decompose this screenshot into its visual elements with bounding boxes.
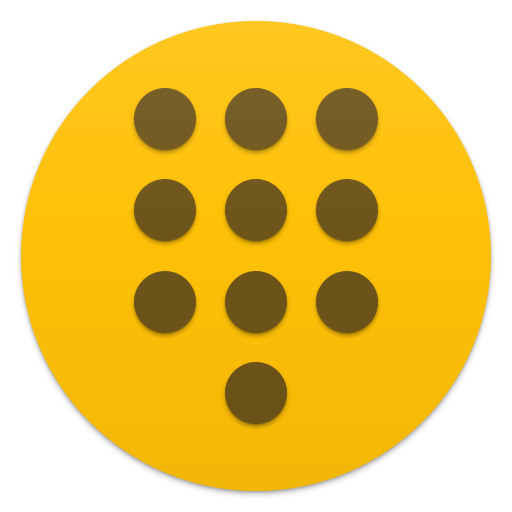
dialpad-key-5-icon (225, 179, 287, 241)
dialpad-key-1-icon (134, 88, 196, 150)
dialpad-key-8-icon (225, 271, 287, 333)
dialpad-key-4-icon (134, 179, 196, 241)
dialpad-key-6-icon (316, 179, 378, 241)
canvas (0, 0, 512, 512)
dialpad-key-9-icon (316, 271, 378, 333)
dialpad-key-7-icon (134, 271, 196, 333)
dialpad-key-3-icon (316, 88, 378, 150)
dialpad-app-icon[interactable] (21, 21, 491, 491)
dialpad-key-0-icon (225, 362, 287, 424)
dialpad-key-2-icon (225, 88, 287, 150)
